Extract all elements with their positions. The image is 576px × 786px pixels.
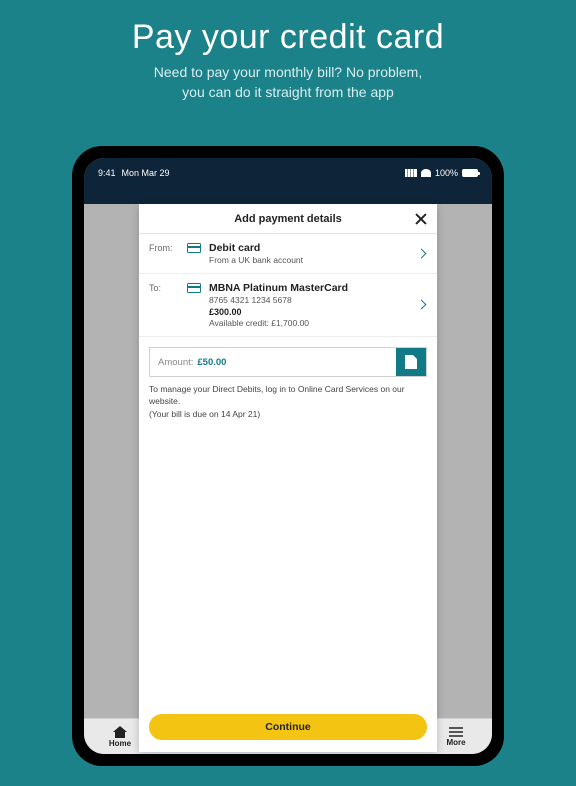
continue-button[interactable]: Continue: [149, 714, 427, 740]
note-line-2: (Your bill is due on 14 Apr 21): [149, 409, 260, 419]
device-screen: 9:41 Mon Mar 29 100% Add payment details…: [84, 158, 492, 754]
hero-title: Pay your credit card: [0, 18, 576, 57]
card-icon: [187, 283, 201, 293]
to-account-row[interactable]: To: MBNA Platinum MasterCard 8765 4321 1…: [139, 274, 437, 337]
device-frame: 9:41 Mon Mar 29 100% Add payment details…: [72, 146, 504, 766]
status-bar: 9:41 Mon Mar 29 100%: [84, 158, 492, 188]
from-title: Debit card: [209, 242, 427, 254]
app-header-dark: [84, 188, 492, 204]
from-account-row[interactable]: From: Debit card From a UK bank account: [139, 234, 437, 274]
from-subtitle: From a UK bank account: [209, 255, 427, 265]
to-title: MBNA Platinum MasterCard: [209, 282, 427, 294]
tab-home[interactable]: Home: [100, 719, 140, 754]
menu-icon: [449, 727, 463, 737]
hero-subtitle: Need to pay your monthly bill? No proble…: [0, 63, 576, 102]
tab-home-label: Home: [109, 739, 131, 748]
status-date: Mon Mar 29: [122, 168, 170, 178]
payment-modal: Add payment details From: Debit card Fro…: [139, 204, 437, 752]
amount-value: £50.00: [193, 348, 396, 376]
statement-button[interactable]: [396, 348, 426, 376]
to-balance: £300.00: [209, 307, 427, 317]
to-card-number: 8765 4321 1234 5678: [209, 295, 427, 305]
status-time: 9:41: [98, 168, 116, 178]
main-area: Add payment details From: Debit card Fro…: [84, 204, 492, 718]
wifi-icon: [421, 169, 431, 177]
tab-more-label: More: [446, 738, 465, 747]
home-icon: [113, 726, 127, 738]
amount-label: Amount:: [150, 348, 193, 376]
note-line-1: To manage your Direct Debits, log in to …: [149, 384, 405, 406]
from-label: From:: [149, 242, 179, 253]
status-battery-text: 100%: [435, 168, 458, 178]
modal-header: Add payment details: [139, 204, 437, 234]
card-icon: [187, 243, 201, 253]
to-label: To:: [149, 282, 179, 293]
tab-more[interactable]: More: [436, 719, 476, 754]
signal-icon: [405, 169, 417, 177]
hero-sub-line-2: you can do it straight from the app: [182, 84, 394, 100]
hero-sub-line-1: Need to pay your monthly bill? No proble…: [154, 64, 422, 80]
direct-debit-note: To manage your Direct Debits, log in to …: [139, 383, 437, 420]
battery-icon: [462, 169, 478, 177]
document-icon: [405, 355, 417, 369]
close-icon[interactable]: [413, 211, 429, 227]
to-available-credit: Available credit: £1,700.00: [209, 318, 427, 328]
amount-input[interactable]: Amount: £50.00: [149, 347, 427, 377]
modal-title: Add payment details: [234, 213, 342, 225]
